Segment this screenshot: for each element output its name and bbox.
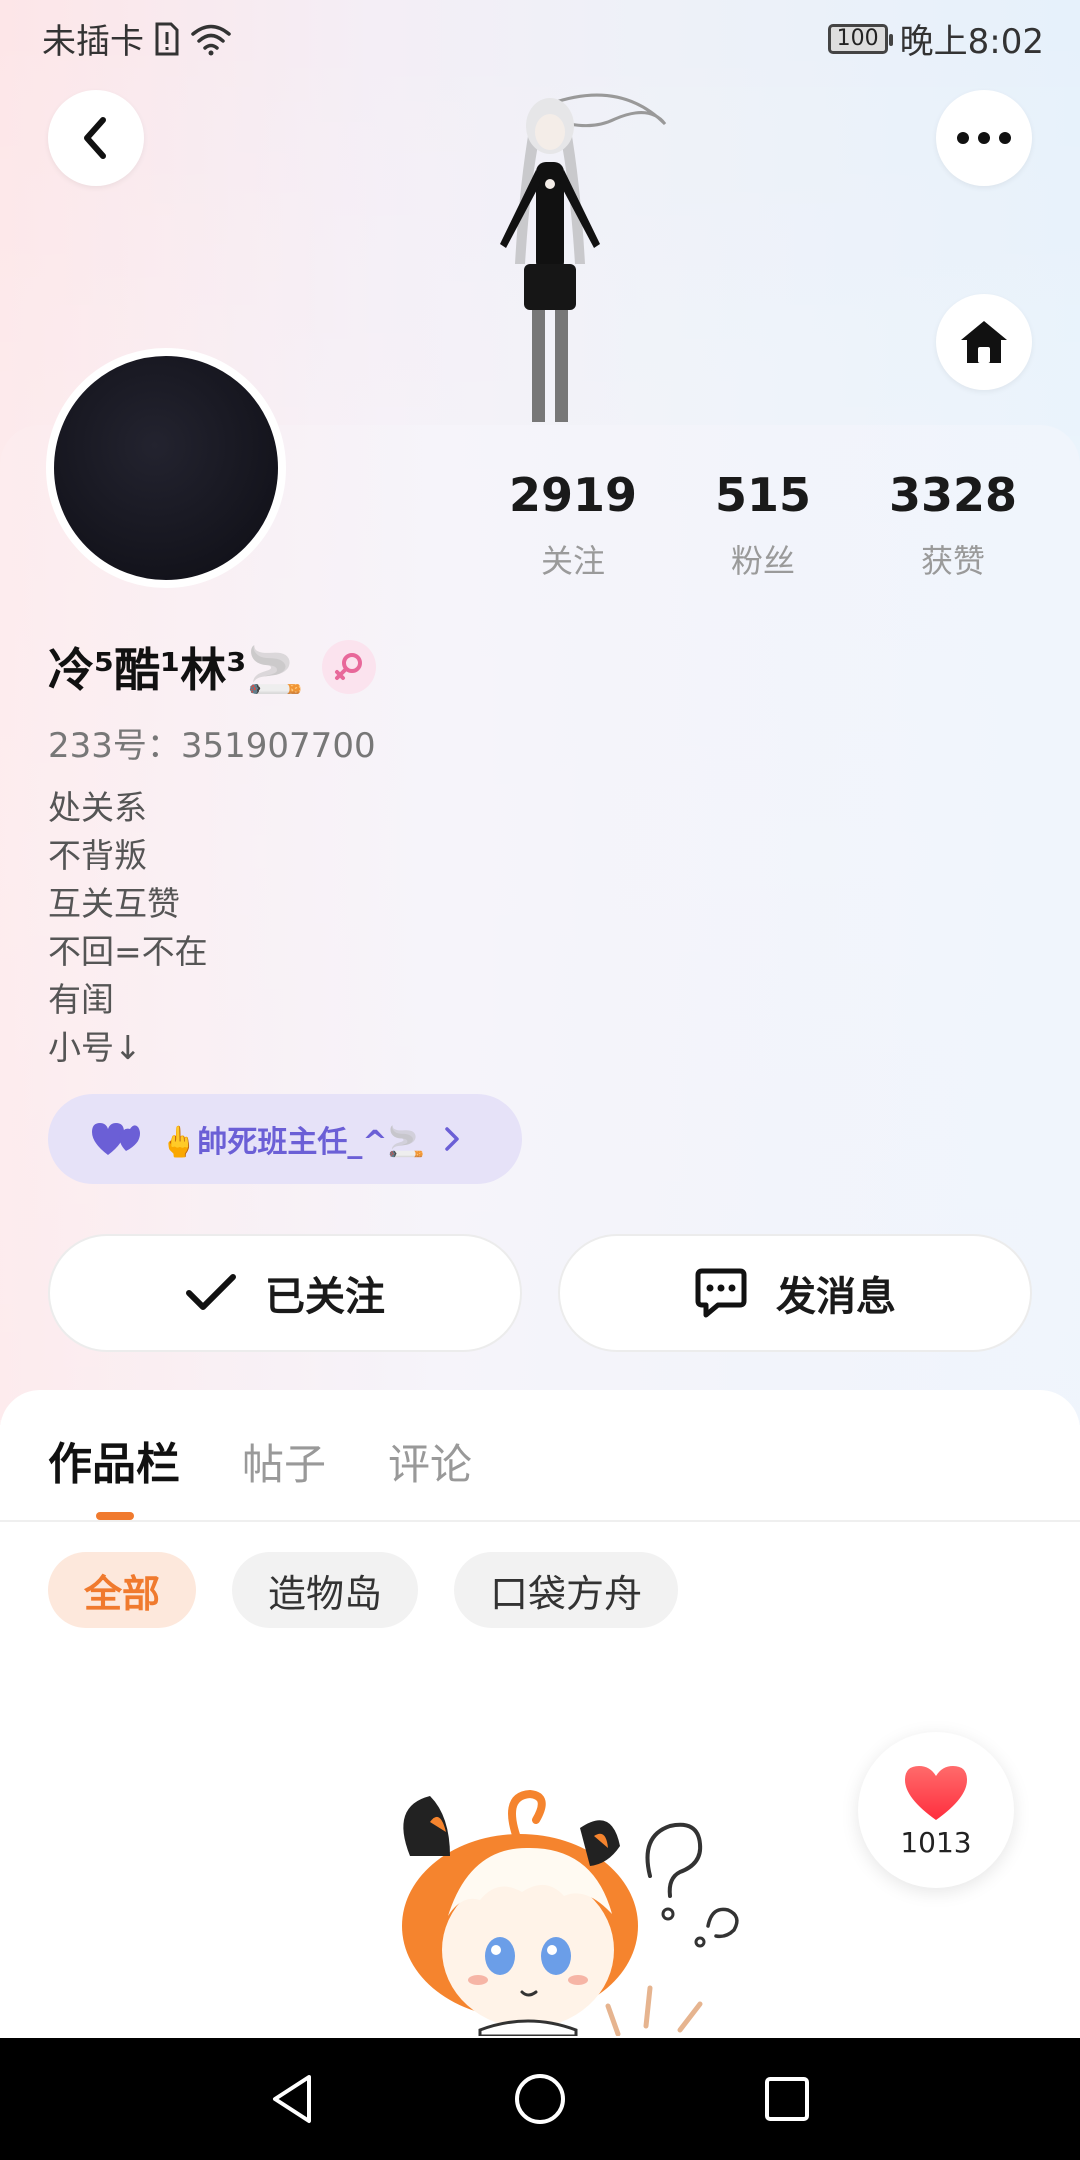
- system-nav-bar: [0, 2038, 1080, 2160]
- like-button[interactable]: 1013: [858, 1732, 1014, 1888]
- bio-line: 互关互赞: [48, 884, 180, 923]
- message-button[interactable]: 发消息: [558, 1234, 1032, 1352]
- home-button[interactable]: [936, 294, 1032, 390]
- wifi-icon: [191, 24, 231, 55]
- battery-icon: 100: [827, 23, 893, 54]
- carrier-text: 未插卡: [42, 22, 144, 62]
- heart-icon: [905, 1765, 967, 1820]
- user-id: 233号：351907700: [48, 726, 376, 766]
- stat-followers-value: 515: [714, 468, 812, 522]
- stat-following[interactable]: 2919 关注: [478, 468, 668, 582]
- more-dots-icon: [957, 132, 1011, 144]
- check-icon: [186, 1274, 236, 1310]
- back-button[interactable]: [48, 90, 144, 186]
- stat-likes[interactable]: 3328 获赞: [858, 468, 1048, 582]
- stat-following-value: 2919: [508, 468, 638, 522]
- tab-posts[interactable]: 帖子: [242, 1431, 326, 1492]
- tab-active-indicator: [96, 1512, 134, 1520]
- home-icon: [961, 321, 1007, 363]
- hearts-icon: [92, 1123, 140, 1155]
- tab-works[interactable]: 作品栏: [48, 1428, 180, 1492]
- stat-likes-value: 3328: [888, 468, 1018, 522]
- filter-all[interactable]: 全部: [48, 1552, 197, 1628]
- avatar[interactable]: [46, 348, 286, 588]
- stat-followers[interactable]: 515 粉丝: [668, 468, 858, 582]
- stat-likes-label: 获赞: [920, 542, 985, 580]
- like-count: 1013: [900, 1825, 972, 1859]
- followed-button-label: 已关注: [265, 1274, 385, 1320]
- bio: 处关系 不背叛 互关互赞 不回=不在 有闺 小号↓: [48, 784, 208, 1072]
- filter-chips: 全部 造物岛 口袋方舟: [48, 1552, 679, 1628]
- stats-row: 2919 关注 515 粉丝 3328 获赞: [478, 468, 1048, 582]
- tab-bar: 作品栏 帖子 评论: [48, 1428, 472, 1492]
- chevron-left-icon: [84, 117, 106, 159]
- filter-creation-island[interactable]: 造物岛: [232, 1552, 419, 1628]
- message-button-label: 发消息: [776, 1274, 896, 1320]
- tab-divider: [0, 1520, 1080, 1522]
- status-right: 100 晚上8:02: [827, 14, 1044, 63]
- mascot-illustration: [402, 1789, 739, 2036]
- stat-followers-label: 粉丝: [730, 542, 795, 580]
- stat-following-label: 关注: [540, 542, 605, 580]
- sim-alert-icon: [155, 22, 179, 55]
- filter-pocket-ark[interactable]: 口袋方舟: [454, 1552, 679, 1628]
- bio-line: 不回=不在: [48, 932, 208, 971]
- status-bar: 未插卡 100 晚上8:02: [0, 0, 1080, 72]
- female-symbol-icon: [334, 653, 362, 680]
- status-left: 未插卡: [42, 14, 232, 63]
- linked-account-name: 🖕帥死班主任_^🚬: [160, 1125, 425, 1160]
- profile-screen: 未插卡 100 晚上8:02 2919 关注 515 粉丝 3328 获赞 冷⁵…: [0, 0, 1080, 2160]
- linked-account-chip[interactable]: 🖕帥死班主任_^🚬: [48, 1094, 522, 1184]
- username: 冷⁵酷¹林³🚬: [48, 643, 304, 697]
- bio-line: 不背叛: [48, 836, 147, 875]
- followed-button[interactable]: 已关注: [48, 1234, 522, 1352]
- bio-line: 有闺: [48, 980, 114, 1019]
- nav-recents-icon[interactable]: [759, 2071, 815, 2127]
- bio-line: 处关系: [48, 788, 147, 827]
- clock-text: 晚上8:02: [899, 22, 1044, 62]
- nav-back-icon[interactable]: [265, 2071, 321, 2127]
- chevron-right-icon: [445, 1127, 459, 1151]
- bio-line: 小号↓: [48, 1028, 142, 1067]
- nav-home-icon[interactable]: [512, 2071, 568, 2127]
- chat-bubble-icon: [695, 1268, 747, 1318]
- female-gender-icon: [321, 640, 376, 694]
- username-row: 冷⁵酷¹林³🚬: [48, 634, 376, 700]
- tab-comments[interactable]: 评论: [388, 1431, 472, 1492]
- banner-character-image: [500, 93, 667, 422]
- more-button[interactable]: [936, 90, 1032, 186]
- battery-level: 100: [836, 25, 879, 51]
